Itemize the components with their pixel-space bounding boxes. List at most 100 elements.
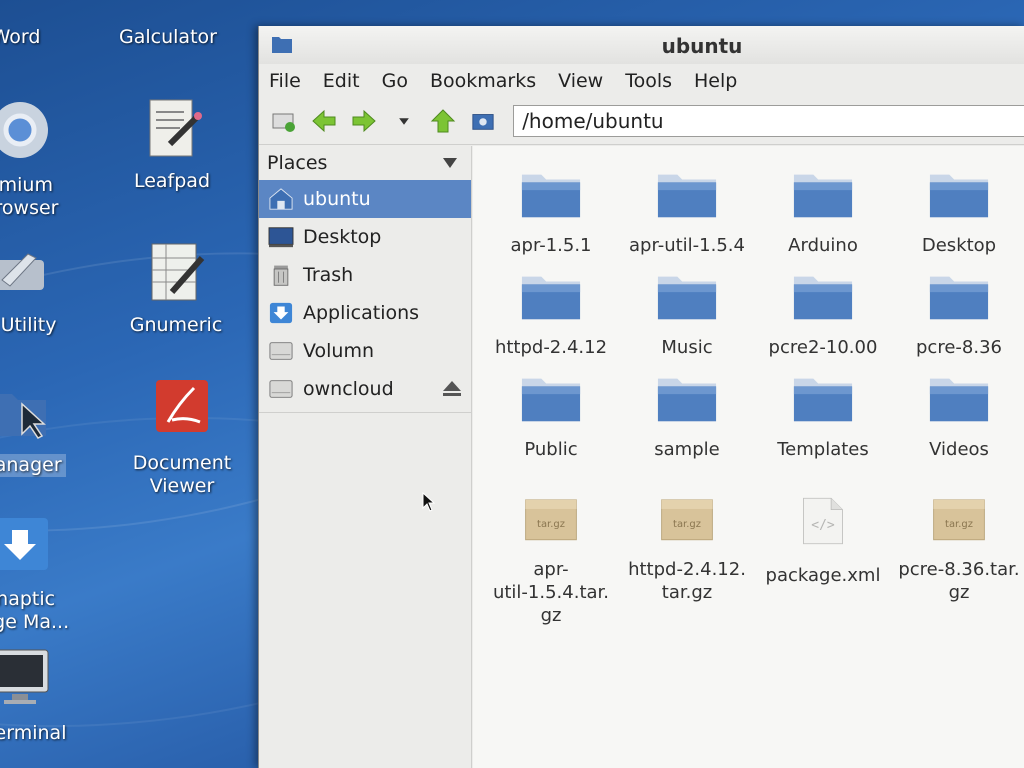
desktop-icon bbox=[268, 227, 294, 248]
menu-help[interactable]: Help bbox=[694, 70, 737, 92]
folder-item[interactable]: httpd-2.4.12 bbox=[483, 270, 619, 359]
folder-icon bbox=[521, 276, 581, 320]
file-label: package.xml bbox=[765, 565, 881, 586]
archive-icon: tar.gz bbox=[525, 499, 577, 541]
places-sidebar: Places ubuntu Desktop Trash Applications… bbox=[259, 146, 472, 768]
desktop-icon-file-manager[interactable]: Manager bbox=[0, 380, 90, 477]
menu-view[interactable]: View bbox=[558, 70, 603, 92]
file-label: apr- util-1.5.4.tar. gz bbox=[492, 559, 610, 626]
desktop-icon-disk-utility[interactable]: k Utility bbox=[0, 240, 90, 337]
desktop-icon-label: omium Browser bbox=[0, 174, 59, 219]
file-item[interactable]: </> package.xml bbox=[755, 492, 891, 587]
folder-item[interactable]: apr-1.5.1 bbox=[483, 168, 619, 257]
archive-badge: tar.gz bbox=[673, 519, 701, 530]
menu-file[interactable]: File bbox=[269, 70, 301, 92]
applications-icon bbox=[269, 302, 293, 324]
history-dropdown[interactable] bbox=[391, 108, 416, 134]
desktop-icon-label: Manager bbox=[0, 454, 66, 477]
menu-edit[interactable]: Edit bbox=[323, 70, 360, 92]
desktop-icon-leafpad[interactable]: Leafpad bbox=[102, 96, 242, 193]
back-arrow-icon bbox=[312, 109, 336, 133]
file-manager-icon bbox=[0, 394, 46, 439]
drive-icon bbox=[269, 380, 293, 398]
menu-go[interactable]: Go bbox=[382, 70, 408, 92]
archive-icon: tar.gz bbox=[933, 499, 985, 541]
menu-tools[interactable]: Tools bbox=[625, 70, 672, 92]
mouse-cursor-icon bbox=[422, 492, 436, 512]
menu-bar: File Edit Go Bookmarks View Tools Help bbox=[259, 64, 1024, 98]
desktop-icon-synaptic[interactable]: ynaptic kage Ma... bbox=[0, 514, 90, 634]
folder-item[interactable]: Arduino bbox=[755, 168, 891, 257]
file-label: Templates bbox=[777, 439, 869, 460]
desktop-icon-chromium[interactable]: omium Browser bbox=[0, 100, 90, 220]
file-label: pcre-8.36 bbox=[916, 337, 1002, 358]
sidebar-item-desktop[interactable]: Desktop bbox=[259, 218, 471, 256]
file-item[interactable]: tar.gz pcre-8.36.tar. gz bbox=[891, 492, 1024, 604]
file-label: Music bbox=[661, 337, 713, 358]
desktop-icon-label: Leafpad bbox=[133, 170, 211, 192]
sidebar-item-trash[interactable]: Trash bbox=[259, 256, 471, 294]
file-item[interactable]: tar.gz httpd-2.4.12. tar.gz bbox=[619, 492, 755, 604]
file-item[interactable]: tar.gz apr- util-1.5.4.tar. gz bbox=[483, 492, 619, 627]
address-bar[interactable]: /home/ubuntu bbox=[513, 105, 1024, 137]
forward-arrow-icon bbox=[352, 109, 376, 133]
sidebar-item-label: Trash bbox=[303, 264, 354, 286]
eject-icon[interactable] bbox=[441, 379, 463, 399]
sidebar-item-volumn[interactable]: Volumn bbox=[259, 332, 471, 370]
menu-bookmarks[interactable]: Bookmarks bbox=[430, 70, 536, 92]
folder-icon bbox=[793, 378, 853, 422]
archive-badge: tar.gz bbox=[537, 519, 565, 530]
folder-item[interactable]: Videos bbox=[891, 372, 1024, 461]
desktop-icon-label: Galculator bbox=[119, 26, 217, 48]
sidebar-item-applications[interactable]: Applications bbox=[259, 294, 471, 332]
desktop-icon-galculator[interactable]: Galculator bbox=[98, 26, 238, 49]
svg-text:</>: </> bbox=[811, 518, 835, 533]
folder-item[interactable]: Templates bbox=[755, 372, 891, 461]
folder-icon bbox=[793, 276, 853, 320]
sidebar-item-owncloud[interactable]: owncloud bbox=[259, 370, 471, 408]
places-header-label: Places bbox=[267, 152, 328, 174]
sidebar-item-label: Applications bbox=[303, 302, 420, 324]
window-title: ubuntu bbox=[661, 34, 743, 58]
title-bar[interactable]: ubuntu bbox=[259, 26, 1024, 64]
desktop-icon-label: ynaptic kage Ma... bbox=[0, 588, 70, 633]
folder-item[interactable]: sample bbox=[619, 372, 755, 461]
archive-icon: tar.gz bbox=[661, 499, 713, 541]
places-header[interactable]: Places bbox=[259, 146, 471, 180]
dropdown-arrow-icon bbox=[398, 118, 409, 125]
spreadsheet-icon bbox=[151, 243, 205, 301]
document-viewer-icon bbox=[156, 380, 208, 432]
desktop-icon-label: Document Viewer bbox=[132, 452, 232, 497]
folder-item[interactable]: Desktop bbox=[891, 168, 1024, 257]
new-tab-button[interactable] bbox=[271, 108, 297, 134]
file-label: sample bbox=[654, 439, 720, 460]
sidebar-item-label: owncloud bbox=[303, 378, 394, 400]
file-label: Videos bbox=[929, 439, 989, 460]
folder-item[interactable]: Music bbox=[619, 270, 755, 359]
desktop-icon-label: Gnumeric bbox=[129, 314, 223, 336]
desktop-icon-label: XTerminal bbox=[0, 722, 67, 744]
folder-icon bbox=[793, 174, 853, 218]
desktop-icon-xterminal[interactable]: XTerminal bbox=[0, 648, 90, 745]
folder-icon bbox=[657, 276, 717, 320]
folder-item[interactable]: pcre-8.36 bbox=[891, 270, 1024, 359]
sidebar-item-ubuntu[interactable]: ubuntu bbox=[259, 180, 471, 218]
folder-item[interactable]: apr-util-1.5.4 bbox=[619, 168, 755, 257]
folder-icon bbox=[929, 276, 989, 320]
desktop-icon-document-viewer[interactable]: Document Viewer bbox=[112, 378, 252, 498]
file-label: Desktop bbox=[921, 235, 997, 256]
up-button[interactable] bbox=[430, 108, 456, 134]
xml-file-icon: </> bbox=[803, 497, 843, 545]
leafpad-icon bbox=[149, 99, 202, 157]
terminal-icon bbox=[0, 649, 49, 704]
file-manager-window[interactable]: ubuntu File Edit Go Bookmarks View Tools… bbox=[258, 26, 1024, 768]
location-icon-button[interactable] bbox=[470, 108, 495, 134]
desktop-icon-gnumeric[interactable]: Gnumeric bbox=[106, 240, 246, 337]
file-label: Arduino bbox=[788, 235, 858, 256]
file-view[interactable]: apr-1.5.1 apr-util-1.5.4 Arduino Desktop htt… bbox=[473, 146, 1024, 768]
desktop-icon-word[interactable]: Word bbox=[0, 26, 86, 49]
folder-item[interactable]: pcre2-10.00 bbox=[755, 270, 891, 359]
folder-item[interactable]: Public bbox=[483, 372, 619, 461]
back-button[interactable] bbox=[311, 108, 337, 134]
forward-button[interactable] bbox=[351, 108, 377, 134]
